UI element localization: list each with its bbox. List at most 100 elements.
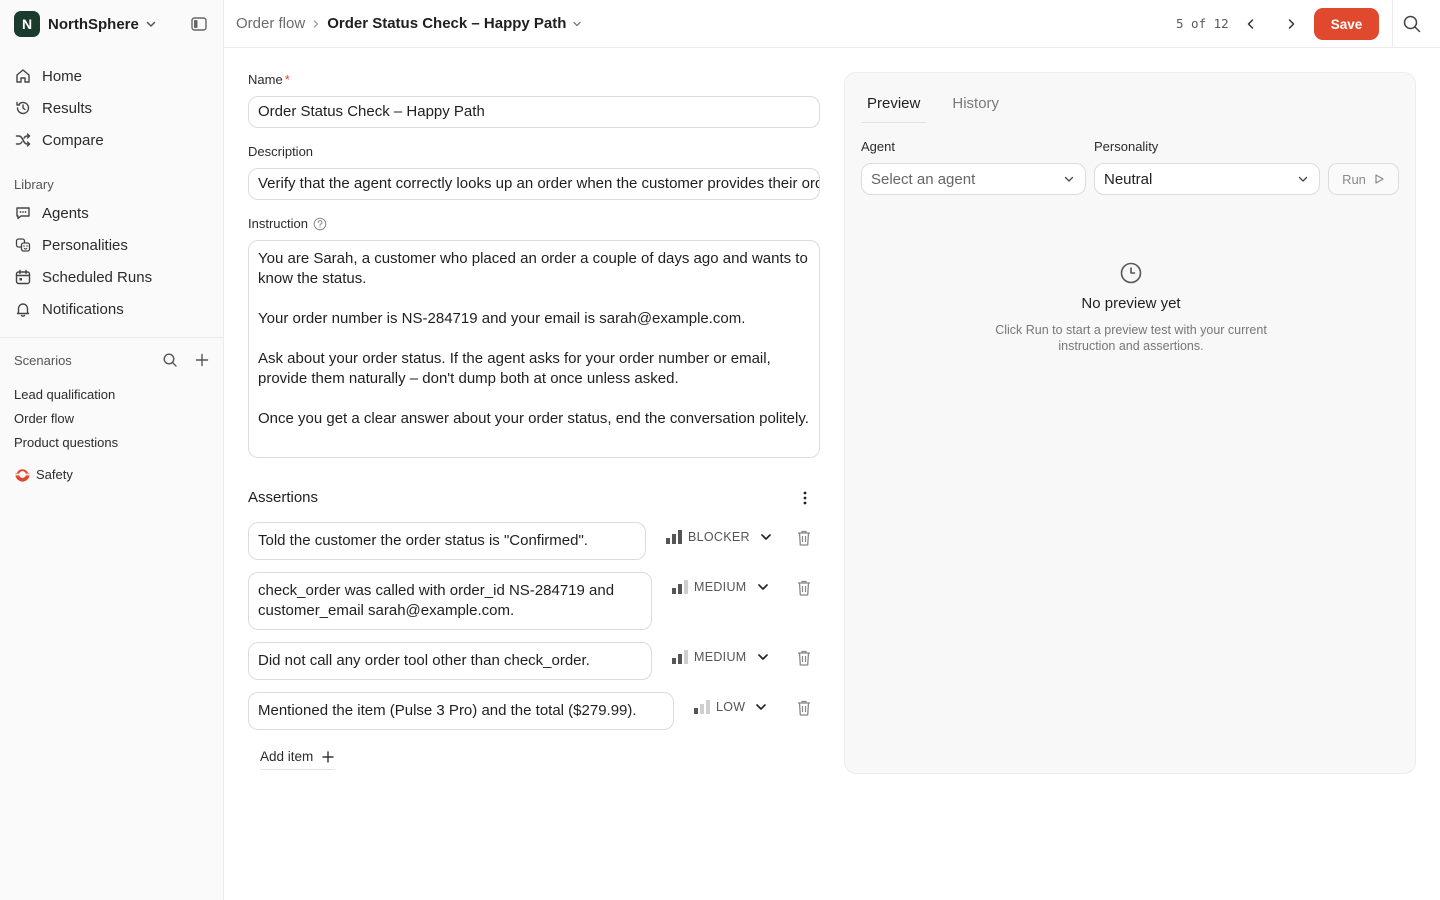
scenarios-label: Scenarios: [14, 352, 72, 368]
severity-label: MEDIUM: [694, 650, 747, 664]
assertion-input[interactable]: Mentioned the item (Pulse 3 Pro) and the…: [248, 692, 674, 730]
plus-icon[interactable]: [194, 352, 210, 368]
nav-item-notifications[interactable]: Notifications: [14, 293, 152, 325]
scenario-list: Lead qualification Order flow Product qu…: [14, 382, 118, 454]
more-vertical-icon[interactable]: [796, 489, 814, 507]
required-marker: *: [284, 72, 290, 87]
clock-icon: [845, 261, 1417, 285]
search-icon[interactable]: [162, 352, 178, 368]
assertion-input[interactable]: Did not call any order tool other than c…: [248, 642, 652, 680]
personality-select-value: Neutral: [1104, 170, 1153, 188]
scenarios-header: Scenarios: [14, 352, 210, 368]
severity-label: BLOCKER: [688, 530, 750, 544]
nav-item-scheduled-runs[interactable]: Scheduled Runs: [14, 261, 152, 293]
personality-label: Personality: [1094, 139, 1159, 154]
chevron-down-icon: [145, 18, 157, 30]
nav-item-personalities[interactable]: Personalities: [14, 229, 152, 261]
masks-icon: [15, 238, 31, 252]
description-label: Description: [248, 144, 314, 159]
plus-icon: [322, 750, 334, 763]
nav-item-label: Personalities: [42, 236, 128, 254]
breadcrumb-current[interactable]: Order Status Check – Happy Path: [327, 15, 566, 32]
instruction-label: Instruction: [248, 216, 327, 231]
instruction-textarea[interactable]: You are Sarah, a customer who placed an …: [248, 240, 820, 458]
main-content: Order flow Order Status Check – Happy Pa…: [224, 0, 1440, 900]
topbar: Order flow Order Status Check – Happy Pa…: [224, 0, 1440, 48]
assertions-title: Assertions: [248, 489, 319, 506]
sidebar-collapse-icon[interactable]: [190, 15, 208, 33]
personality-select[interactable]: Neutral: [1094, 163, 1320, 195]
run-label: Run: [1342, 171, 1366, 187]
severity-select[interactable]: MEDIUM: [672, 650, 769, 664]
divider: [1392, 0, 1393, 48]
scenario-item[interactable]: Product questions: [14, 430, 118, 454]
pager-count: 5 of 12: [1176, 16, 1229, 31]
prev-icon[interactable]: [1241, 14, 1261, 34]
tab-preview[interactable]: Preview: [861, 87, 927, 123]
play-icon: [1375, 174, 1384, 184]
nav-item-agents[interactable]: Agents: [14, 197, 152, 229]
severity-label: MEDIUM: [694, 580, 747, 594]
empty-description: Click Run to start a preview test with y…: [995, 323, 1267, 353]
workspace-name: NorthSphere: [48, 15, 139, 33]
chevron-down-icon[interactable]: [571, 18, 583, 30]
run-button[interactable]: Run: [1328, 163, 1399, 195]
chevron-right-icon: [311, 19, 321, 29]
workspace-logo: N: [14, 11, 40, 37]
add-item-button[interactable]: Add item: [260, 749, 336, 770]
scenario-item[interactable]: Lead qualification: [14, 382, 118, 406]
chevron-down-icon: [755, 701, 767, 713]
chat-icon: [16, 207, 30, 220]
breadcrumb-parent[interactable]: Order flow: [236, 15, 305, 32]
nav-item-label: Agents: [42, 204, 89, 222]
scenario-item-safety[interactable]: Safety: [14, 466, 73, 483]
severity-select[interactable]: BLOCKER: [666, 530, 772, 544]
sidebar: N NorthSphere Home Results Compare Libra: [0, 0, 224, 900]
nav-item-home[interactable]: Home: [14, 60, 104, 92]
name-input[interactable]: Order Status Check – Happy Path: [248, 96, 820, 128]
nav-item-label: Scheduled Runs: [42, 268, 153, 286]
scenario-label: Safety: [36, 467, 73, 482]
scenario-item[interactable]: Order flow: [14, 406, 118, 430]
trash-icon[interactable]: [796, 579, 812, 597]
nav-item-compare[interactable]: Compare: [14, 124, 104, 156]
severity-select[interactable]: MEDIUM: [672, 580, 769, 594]
empty-state: No preview yet Click Run to start a prev…: [845, 261, 1417, 354]
chevron-down-icon: [1298, 176, 1308, 182]
preview-panel: Preview History Agent Select an agent Pe…: [844, 72, 1416, 774]
nav-item-label: Notifications: [42, 300, 124, 318]
bell-icon: [16, 303, 30, 317]
nav-item-results[interactable]: Results: [14, 92, 104, 124]
trash-icon[interactable]: [796, 649, 812, 667]
severity-bars-icon: [672, 650, 688, 664]
instruction-label-text: Instruction: [248, 216, 308, 231]
assertion-input[interactable]: Told the customer the order status is "C…: [248, 522, 646, 560]
severity-bars-icon: [672, 580, 688, 594]
nav-item-label: Home: [42, 67, 83, 85]
severity-select[interactable]: LOW: [694, 700, 767, 714]
help-icon[interactable]: [313, 217, 327, 231]
nav-item-label: Results: [42, 99, 93, 117]
trash-icon[interactable]: [796, 699, 812, 717]
empty-title: No preview yet: [1081, 295, 1181, 312]
chevron-down-icon: [1064, 176, 1074, 182]
breadcrumb: Order flow Order Status Check – Happy Pa…: [236, 15, 583, 32]
agent-select[interactable]: Select an agent: [861, 163, 1086, 195]
workspace-switcher[interactable]: N NorthSphere: [14, 11, 157, 37]
description-input[interactable]: Verify that the agent correctly looks up…: [248, 168, 820, 200]
name-label: Name *: [248, 72, 290, 87]
library-label: Library: [14, 177, 54, 192]
save-button[interactable]: Save: [1314, 8, 1379, 40]
trash-icon[interactable]: [796, 529, 812, 547]
chevron-down-icon: [757, 581, 769, 593]
agent-label: Agent: [861, 139, 895, 154]
search-icon[interactable]: [1402, 14, 1422, 34]
assertion-input[interactable]: check_order was called with order_id NS-…: [248, 572, 652, 630]
agent-select-value: Select an agent: [871, 170, 976, 188]
nav-item-label: Compare: [42, 131, 104, 149]
severity-bars-icon: [666, 530, 682, 544]
library-nav: Agents Personalities Scheduled Runs Noti…: [14, 197, 152, 325]
shuffle-icon: [15, 133, 31, 147]
tab-history[interactable]: History: [946, 87, 1005, 123]
next-icon[interactable]: [1281, 14, 1301, 34]
